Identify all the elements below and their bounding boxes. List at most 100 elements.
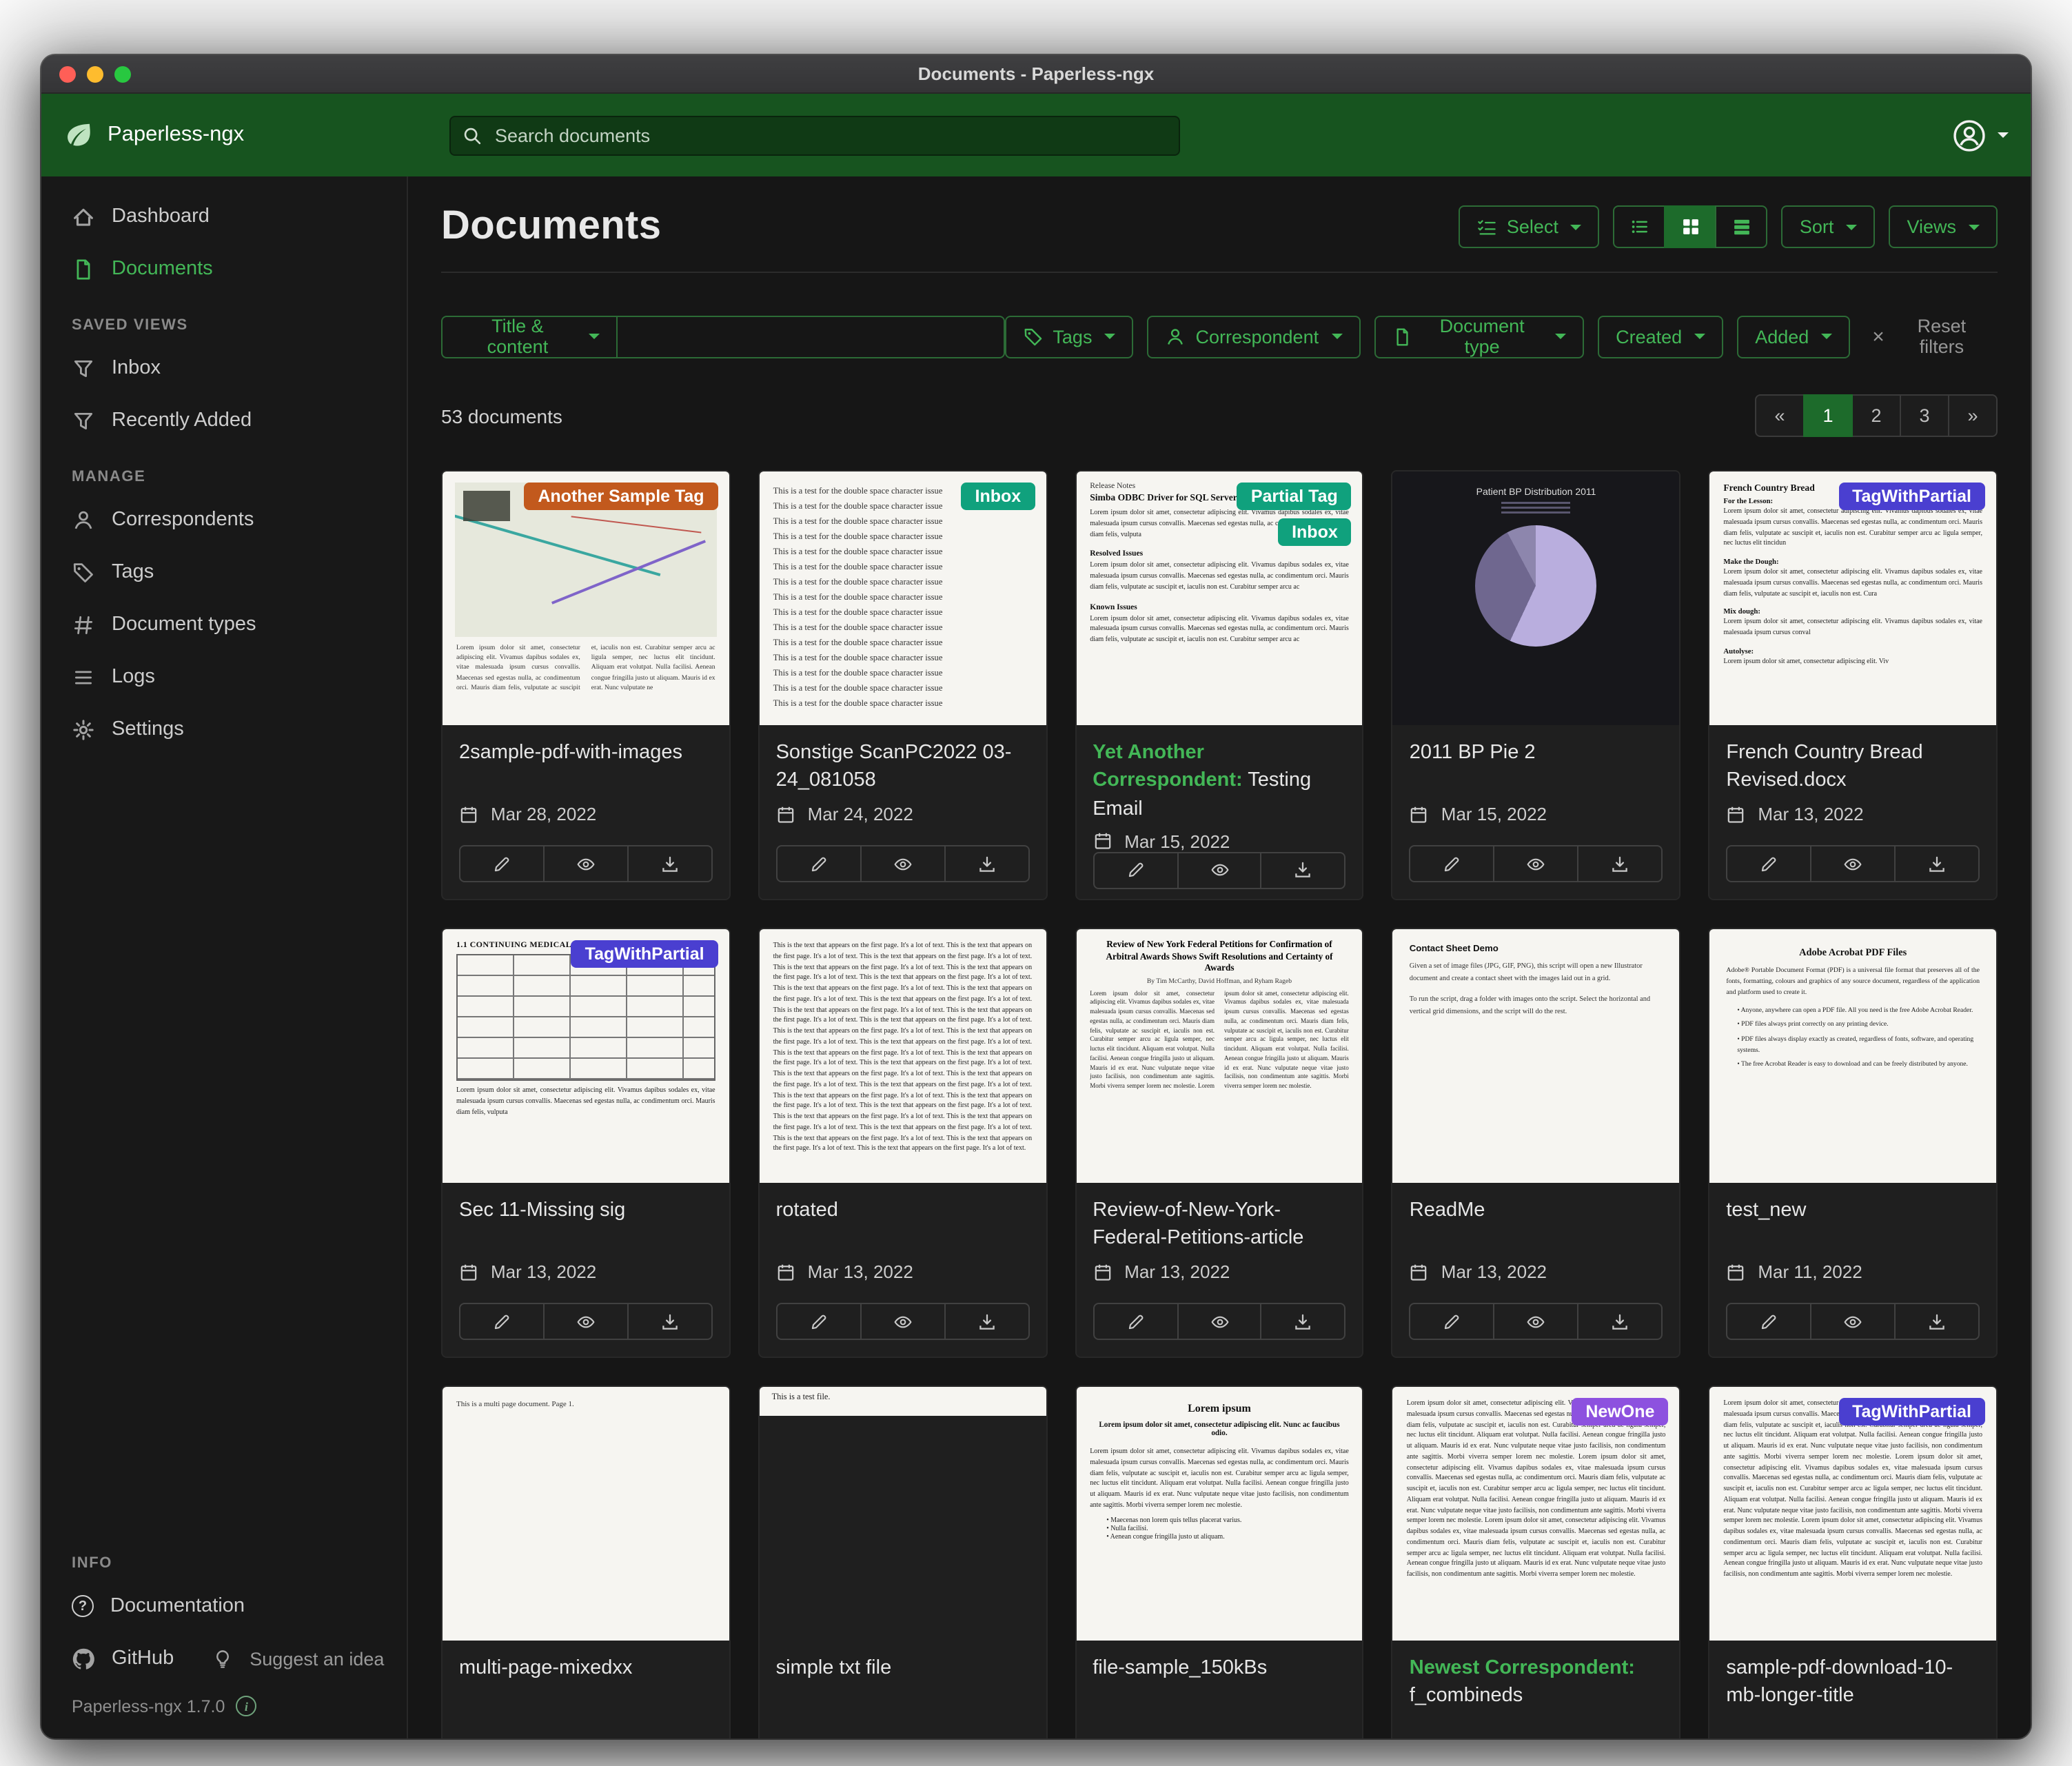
edit-button[interactable]	[459, 845, 545, 882]
search-input[interactable]	[449, 115, 1180, 155]
document-thumbnail[interactable]: This is the text that appears on the fir…	[760, 929, 1046, 1183]
download-button[interactable]	[1261, 852, 1346, 889]
download-button[interactable]	[1894, 845, 1980, 882]
document-title[interactable]: Sonstige ScanPC2022 03-24_081058	[776, 739, 1030, 795]
edit-button[interactable]	[1093, 1303, 1178, 1340]
view-button[interactable]	[1494, 845, 1579, 882]
view-button[interactable]	[1810, 1303, 1896, 1340]
pagination-page-1[interactable]: 1	[1803, 394, 1853, 437]
tag-pill[interactable]: Another Sample Tag	[524, 483, 718, 510]
document-thumbnail[interactable]: This is a test for the double space char…	[760, 471, 1046, 725]
tag-pill[interactable]: Inbox	[962, 483, 1035, 510]
edit-button[interactable]	[1726, 845, 1811, 882]
document-title[interactable]: Yet Another Correspondent: Testing Email	[1093, 739, 1346, 823]
document-title[interactable]: Newest Correspondent: f_combineds	[1410, 1654, 1663, 1711]
document-thumbnail[interactable]: This is a multi page document. Page 1.	[443, 1387, 729, 1641]
download-button[interactable]	[1261, 1303, 1346, 1340]
sidebar-item-suggest-idea[interactable]: Suggest an idea	[204, 1632, 414, 1685]
document-title[interactable]: test_new	[1726, 1197, 1980, 1253]
document-title[interactable]: 2011 BP Pie 2	[1410, 739, 1663, 795]
document-thumbnail[interactable]: 1.1 CONTINUING MEDICAL EDUCATIONLorem ip…	[443, 929, 729, 1183]
title-content-input[interactable]	[618, 315, 1005, 358]
tag-pill[interactable]: TagWithPartial	[1838, 1398, 1985, 1425]
minimize-button[interactable]	[87, 65, 103, 82]
pagination-prev[interactable]: «	[1755, 394, 1805, 437]
document-thumbnail[interactable]: Contact Sheet DemoGiven a set of image f…	[1393, 929, 1680, 1183]
tag-pill[interactable]: Partial Tag	[1237, 483, 1352, 510]
info-icon[interactable]: i	[236, 1696, 256, 1716]
document-thumbnail[interactable]: Patient BP Distribution 2011	[1393, 471, 1680, 725]
tags-filter-button[interactable]: Tags	[1004, 315, 1133, 358]
document-title[interactable]: rotated	[776, 1197, 1030, 1253]
document-thumbnail[interactable]: French Country BreadFor the Lesson:Lorem…	[1709, 471, 1996, 725]
edit-button[interactable]	[1410, 845, 1495, 882]
correspondent-link[interactable]: Newest Correspondent:	[1410, 1657, 1635, 1679]
download-button[interactable]	[1578, 1303, 1663, 1340]
correspondent-filter-button[interactable]: Correspondent	[1147, 315, 1360, 358]
title-content-filter-button[interactable]: Title & content	[441, 315, 618, 358]
tag-pill[interactable]: NewOne	[1572, 1398, 1668, 1425]
correspondent-link[interactable]: Yet Another Correspondent:	[1093, 742, 1243, 792]
download-button[interactable]	[1578, 845, 1663, 882]
download-button[interactable]	[1894, 1303, 1980, 1340]
document-thumbnail[interactable]: Lorem ipsum dolor sit amet, consectetur …	[1393, 1387, 1680, 1641]
edit-button[interactable]	[776, 1303, 862, 1340]
tag-pill[interactable]: TagWithPartial	[1838, 483, 1985, 510]
pagination-page-3[interactable]: 3	[1900, 394, 1949, 437]
download-button[interactable]	[627, 1303, 713, 1340]
document-title[interactable]: 2sample-pdf-with-images	[459, 739, 713, 795]
view-button[interactable]	[1494, 1303, 1579, 1340]
document-thumbnail[interactable]: This is a test file.	[760, 1387, 1046, 1641]
added-filter-button[interactable]: Added	[1737, 315, 1850, 358]
download-button[interactable]	[627, 845, 713, 882]
edit-button[interactable]	[1410, 1303, 1495, 1340]
document-title[interactable]: French Country Bread Revised.docx	[1726, 739, 1980, 795]
view-button[interactable]	[860, 845, 945, 882]
user-menu[interactable]	[1952, 118, 2009, 152]
views-button[interactable]: Views	[1889, 205, 1998, 248]
sidebar-item-settings[interactable]: Settings	[41, 703, 407, 755]
pagination-next[interactable]: »	[1948, 394, 1998, 437]
tag-pill[interactable]: TagWithPartial	[571, 940, 718, 968]
edit-button[interactable]	[1726, 1303, 1811, 1340]
view-button[interactable]	[860, 1303, 945, 1340]
download-button[interactable]	[944, 1303, 1029, 1340]
sidebar-item-correspondents[interactable]: Correspondents	[41, 494, 407, 546]
view-button[interactable]	[1177, 1303, 1262, 1340]
sidebar-item-logs[interactable]: Logs	[41, 651, 407, 703]
document-title[interactable]: simple txt file	[776, 1654, 1030, 1711]
document-thumbnail[interactable]: Lorem ipsum dolor sit amet, consectetur …	[443, 471, 729, 725]
sort-button[interactable]: Sort	[1782, 205, 1876, 248]
edit-button[interactable]	[459, 1303, 545, 1340]
edit-button[interactable]	[776, 845, 862, 882]
document-thumbnail[interactable]: Lorem ipsumLorem ipsum dolor sit amet, c…	[1076, 1387, 1363, 1641]
download-button[interactable]	[944, 845, 1029, 882]
edit-button[interactable]	[1093, 852, 1178, 889]
sidebar-item-documents[interactable]: Documents	[41, 243, 407, 295]
document-thumbnail[interactable]: Adobe Acrobat PDF FilesAdobe® Portable D…	[1709, 929, 1996, 1183]
view-button[interactable]	[543, 845, 629, 882]
view-button[interactable]	[543, 1303, 629, 1340]
document-title[interactable]: Review-of-New-York-Federal-Petitions-art…	[1093, 1197, 1346, 1253]
document-title[interactable]: Sec 11-Missing sig	[459, 1197, 713, 1253]
sidebar-item-tags[interactable]: Tags	[41, 546, 407, 598]
sidebar-item-inbox[interactable]: Inbox	[41, 342, 407, 394]
select-button[interactable]: Select	[1459, 205, 1600, 248]
view-button[interactable]	[1810, 845, 1896, 882]
document-title[interactable]: ReadMe	[1410, 1197, 1663, 1253]
document-title[interactable]: multi-page-mixedxx	[459, 1654, 713, 1711]
document-thumbnail[interactable]: Lorem ipsum dolor sit amet, consectetur …	[1709, 1387, 1996, 1641]
close-button[interactable]	[59, 65, 76, 82]
document-title[interactable]: file-sample_150kBs	[1093, 1654, 1346, 1711]
app-logo[interactable]: Paperless-ngx	[63, 120, 449, 150]
reset-filters-button[interactable]: × Reset filters	[1864, 314, 1998, 358]
view-grid-button[interactable]	[1665, 205, 1717, 248]
zoom-button[interactable]	[114, 65, 131, 82]
created-filter-button[interactable]: Created	[1598, 315, 1723, 358]
sidebar-item-github[interactable]: GitHub	[41, 1632, 204, 1685]
view-details-button[interactable]	[1614, 205, 1666, 248]
sidebar-item-document-types[interactable]: Document types	[41, 598, 407, 651]
tag-pill[interactable]: Inbox	[1278, 518, 1352, 546]
sidebar-item-recently-added[interactable]: Recently Added	[41, 394, 407, 447]
document-thumbnail[interactable]: Review of New York Federal Petitions for…	[1076, 929, 1363, 1183]
